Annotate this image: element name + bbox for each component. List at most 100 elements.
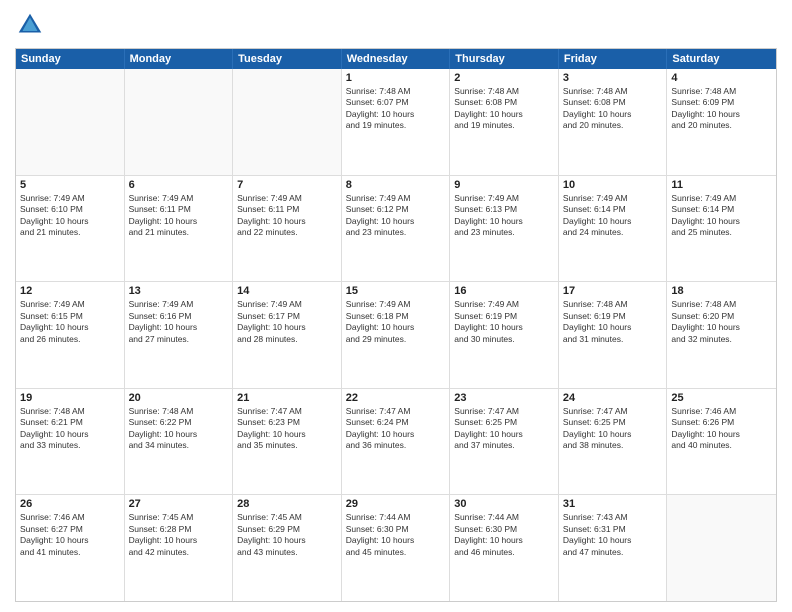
cell-info: Sunrise: 7:47 AM Sunset: 6:24 PM Dayligh… (346, 406, 446, 452)
calendar-cell: 14 Sunrise: 7:49 AM Sunset: 6:17 PM Dayli… (233, 282, 342, 388)
day-number: 27 (129, 498, 229, 510)
day-number: 31 (563, 498, 663, 510)
calendar-cell: 23 Sunrise: 7:47 AM Sunset: 6:25 PM Dayli… (450, 389, 559, 495)
calendar-cell: 15 Sunrise: 7:49 AM Sunset: 6:18 PM Dayli… (342, 282, 451, 388)
header-cell-sunday: Sunday (16, 49, 125, 69)
cell-info: Sunrise: 7:46 AM Sunset: 6:27 PM Dayligh… (20, 512, 120, 558)
header-cell-friday: Friday (559, 49, 668, 69)
day-number: 6 (129, 179, 229, 191)
cell-info: Sunrise: 7:44 AM Sunset: 6:30 PM Dayligh… (454, 512, 554, 558)
calendar: SundayMondayTuesdayWednesdayThursdayFrid… (15, 48, 777, 602)
header-cell-thursday: Thursday (450, 49, 559, 69)
calendar-cell: 17 Sunrise: 7:48 AM Sunset: 6:19 PM Dayli… (559, 282, 668, 388)
cell-info: Sunrise: 7:49 AM Sunset: 6:12 PM Dayligh… (346, 193, 446, 239)
day-number: 15 (346, 285, 446, 297)
cell-info: Sunrise: 7:47 AM Sunset: 6:25 PM Dayligh… (563, 406, 663, 452)
calendar-cell: 21 Sunrise: 7:47 AM Sunset: 6:23 PM Dayli… (233, 389, 342, 495)
day-number: 11 (671, 179, 772, 191)
calendar-cell (16, 69, 125, 175)
day-number: 18 (671, 285, 772, 297)
calendar-body: 1 Sunrise: 7:48 AM Sunset: 6:07 PM Daylig… (16, 69, 776, 601)
calendar-cell: 2 Sunrise: 7:48 AM Sunset: 6:08 PM Daylig… (450, 69, 559, 175)
calendar-cell: 1 Sunrise: 7:48 AM Sunset: 6:07 PM Daylig… (342, 69, 451, 175)
day-number: 20 (129, 392, 229, 404)
cell-info: Sunrise: 7:43 AM Sunset: 6:31 PM Dayligh… (563, 512, 663, 558)
cell-info: Sunrise: 7:48 AM Sunset: 6:21 PM Dayligh… (20, 406, 120, 452)
calendar-row-1: 1 Sunrise: 7:48 AM Sunset: 6:07 PM Daylig… (16, 69, 776, 176)
calendar-cell: 27 Sunrise: 7:45 AM Sunset: 6:28 PM Dayli… (125, 495, 234, 601)
day-number: 14 (237, 285, 337, 297)
day-number: 23 (454, 392, 554, 404)
calendar-cell: 4 Sunrise: 7:48 AM Sunset: 6:09 PM Daylig… (667, 69, 776, 175)
calendar-cell: 20 Sunrise: 7:48 AM Sunset: 6:22 PM Dayli… (125, 389, 234, 495)
day-number: 2 (454, 72, 554, 84)
calendar-cell: 30Sunrise: 7:44 AM Sunset: 6:30 PM Dayli… (450, 495, 559, 601)
day-number: 9 (454, 179, 554, 191)
header (15, 10, 777, 40)
cell-info: Sunrise: 7:49 AM Sunset: 6:11 PM Dayligh… (237, 193, 337, 239)
logo (15, 10, 49, 40)
cell-info: Sunrise: 7:45 AM Sunset: 6:29 PM Dayligh… (237, 512, 337, 558)
calendar-row-3: 12Sunrise: 7:49 AM Sunset: 6:15 PM Dayli… (16, 282, 776, 389)
day-number: 12 (20, 285, 120, 297)
calendar-row-5: 26 Sunrise: 7:46 AM Sunset: 6:27 PM Dayli… (16, 495, 776, 601)
calendar-cell: 18 Sunrise: 7:48 AM Sunset: 6:20 PM Dayli… (667, 282, 776, 388)
calendar-cell (233, 69, 342, 175)
calendar-cell (667, 495, 776, 601)
calendar-header-row: SundayMondayTuesdayWednesdayThursdayFrid… (16, 49, 776, 69)
day-number: 24 (563, 392, 663, 404)
page: SundayMondayTuesdayWednesdayThursdayFrid… (0, 0, 792, 612)
calendar-cell: 22 Sunrise: 7:47 AM Sunset: 6:24 PM Dayli… (342, 389, 451, 495)
cell-info: Sunrise: 7:48 AM Sunset: 6:08 PM Dayligh… (454, 86, 554, 132)
day-number: 29 (346, 498, 446, 510)
cell-info: Sunrise: 7:49 AM Sunset: 6:11 PM Dayligh… (129, 193, 229, 239)
cell-info: Sunrise: 7:48 AM Sunset: 6:20 PM Dayligh… (671, 299, 772, 345)
calendar-cell: 19Sunrise: 7:48 AM Sunset: 6:21 PM Dayli… (16, 389, 125, 495)
cell-info: Sunrise: 7:45 AM Sunset: 6:28 PM Dayligh… (129, 512, 229, 558)
calendar-cell: 28Sunrise: 7:45 AM Sunset: 6:29 PM Dayli… (233, 495, 342, 601)
day-number: 25 (671, 392, 772, 404)
calendar-cell: 6 Sunrise: 7:49 AM Sunset: 6:11 PM Daylig… (125, 176, 234, 282)
cell-info: Sunrise: 7:44 AM Sunset: 6:30 PM Dayligh… (346, 512, 446, 558)
day-number: 26 (20, 498, 120, 510)
cell-info: Sunrise: 7:48 AM Sunset: 6:22 PM Dayligh… (129, 406, 229, 452)
cell-info: Sunrise: 7:47 AM Sunset: 6:25 PM Dayligh… (454, 406, 554, 452)
cell-info: Sunrise: 7:49 AM Sunset: 6:18 PM Dayligh… (346, 299, 446, 345)
cell-info: Sunrise: 7:48 AM Sunset: 6:09 PM Dayligh… (671, 86, 772, 132)
day-number: 17 (563, 285, 663, 297)
cell-info: Sunrise: 7:49 AM Sunset: 6:14 PM Dayligh… (563, 193, 663, 239)
calendar-cell: 11 Sunrise: 7:49 AM Sunset: 6:14 PM Dayli… (667, 176, 776, 282)
day-number: 22 (346, 392, 446, 404)
calendar-cell: 25Sunrise: 7:46 AM Sunset: 6:26 PM Dayli… (667, 389, 776, 495)
calendar-cell: 12Sunrise: 7:49 AM Sunset: 6:15 PM Dayli… (16, 282, 125, 388)
header-cell-monday: Monday (125, 49, 234, 69)
cell-info: Sunrise: 7:48 AM Sunset: 6:19 PM Dayligh… (563, 299, 663, 345)
cell-info: Sunrise: 7:49 AM Sunset: 6:17 PM Dayligh… (237, 299, 337, 345)
day-number: 16 (454, 285, 554, 297)
header-cell-wednesday: Wednesday (342, 49, 451, 69)
calendar-cell: 9 Sunrise: 7:49 AM Sunset: 6:13 PM Daylig… (450, 176, 559, 282)
calendar-row-4: 19Sunrise: 7:48 AM Sunset: 6:21 PM Dayli… (16, 389, 776, 496)
calendar-cell: 8Sunrise: 7:49 AM Sunset: 6:12 PM Daylig… (342, 176, 451, 282)
cell-info: Sunrise: 7:49 AM Sunset: 6:13 PM Dayligh… (454, 193, 554, 239)
day-number: 3 (563, 72, 663, 84)
calendar-cell: 16 Sunrise: 7:49 AM Sunset: 6:19 PM Dayli… (450, 282, 559, 388)
cell-info: Sunrise: 7:49 AM Sunset: 6:10 PM Dayligh… (20, 193, 120, 239)
cell-info: Sunrise: 7:47 AM Sunset: 6:23 PM Dayligh… (237, 406, 337, 452)
cell-info: Sunrise: 7:49 AM Sunset: 6:14 PM Dayligh… (671, 193, 772, 239)
header-cell-saturday: Saturday (667, 49, 776, 69)
cell-info: Sunrise: 7:49 AM Sunset: 6:16 PM Dayligh… (129, 299, 229, 345)
cell-info: Sunrise: 7:48 AM Sunset: 6:07 PM Dayligh… (346, 86, 446, 132)
day-number: 21 (237, 392, 337, 404)
calendar-cell: 5 Sunrise: 7:49 AM Sunset: 6:10 PM Daylig… (16, 176, 125, 282)
calendar-cell: 24 Sunrise: 7:47 AM Sunset: 6:25 PM Dayli… (559, 389, 668, 495)
day-number: 7 (237, 179, 337, 191)
header-cell-tuesday: Tuesday (233, 49, 342, 69)
calendar-row-2: 5 Sunrise: 7:49 AM Sunset: 6:10 PM Daylig… (16, 176, 776, 283)
cell-info: Sunrise: 7:49 AM Sunset: 6:19 PM Dayligh… (454, 299, 554, 345)
cell-info: Sunrise: 7:48 AM Sunset: 6:08 PM Dayligh… (563, 86, 663, 132)
calendar-cell: 29 Sunrise: 7:44 AM Sunset: 6:30 PM Dayli… (342, 495, 451, 601)
day-number: 4 (671, 72, 772, 84)
day-number: 1 (346, 72, 446, 84)
day-number: 5 (20, 179, 120, 191)
